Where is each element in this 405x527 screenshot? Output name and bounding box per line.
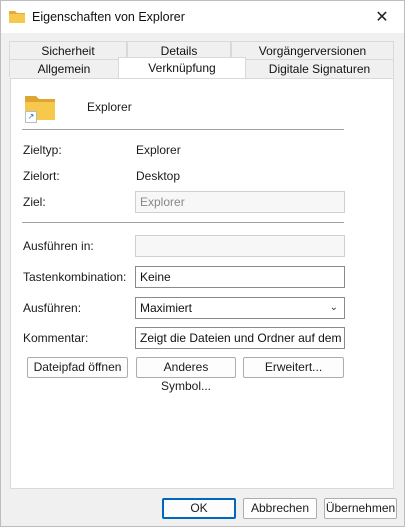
tab-vorgaengerversionen[interactable]: Vorgängerversionen <box>231 41 394 59</box>
tab-label: Verknüpfung <box>148 61 216 75</box>
tab-label: Vorgängerversionen <box>258 44 367 58</box>
shortcut-name: Explorer <box>87 100 132 114</box>
abbrechen-button[interactable]: Abbrechen <box>243 498 317 519</box>
ausfuehren-dropdown[interactable]: Maximiert ⌄ <box>135 297 345 319</box>
zieltyp-value: Explorer <box>136 143 181 157</box>
kommentar-label: Kommentar: <box>23 331 89 345</box>
tab-digitale-signaturen[interactable]: Digitale Signaturen <box>245 59 394 77</box>
tab-strip: Sicherheit Details Vorgängerversionen Al… <box>1 33 404 79</box>
uebernehmen-button[interactable]: Übernehmen <box>324 498 397 519</box>
tastenkombination-field[interactable]: Keine <box>135 266 345 288</box>
tab-allgemein[interactable]: Allgemein <box>9 59 119 77</box>
separator <box>22 129 344 130</box>
close-icon: ✕ <box>375 9 389 26</box>
properties-dialog: Eigenschaften von Explorer ✕ Sicherheit … <box>0 0 405 527</box>
separator <box>22 222 344 223</box>
ausfuehren-in-label: Ausführen in: <box>23 239 94 253</box>
tab-sicherheit[interactable]: Sicherheit <box>9 41 127 59</box>
tab-verknuepfung[interactable]: Verknüpfung <box>118 57 246 78</box>
erweitert-button[interactable]: Erweitert... <box>243 357 344 378</box>
ausfuehren-in-field[interactable] <box>135 235 345 257</box>
tab-label: Allgemein <box>37 62 91 76</box>
title-bar: Eigenschaften von Explorer ✕ <box>1 1 404 33</box>
chevron-down-icon: ⌄ <box>329 302 338 313</box>
close-button[interactable]: ✕ <box>360 1 404 33</box>
ziel-field[interactable]: Explorer <box>135 191 345 213</box>
dateipfad-oeffnen-button[interactable]: Dateipfad öffnen <box>27 357 128 378</box>
tastenkombination-label: Tastenkombination: <box>23 270 127 284</box>
ziel-label: Ziel: <box>23 195 46 209</box>
tab-label: Details <box>160 44 198 58</box>
ausfuehren-selected: Maximiert <box>140 301 193 315</box>
zielort-label: Zielort: <box>23 169 60 183</box>
tab-label: Digitale Signaturen <box>268 62 371 76</box>
kommentar-field[interactable]: Zeigt die Dateien und Ordner auf dem Com… <box>135 327 345 349</box>
ausfuehren-label: Ausführen: <box>23 301 82 315</box>
ok-button[interactable]: OK <box>162 498 236 519</box>
zieltyp-label: Zieltyp: <box>23 143 62 157</box>
window-title: Eigenschaften von Explorer <box>32 10 185 24</box>
anderes-symbol-button[interactable]: Anderes Symbol... <box>136 357 236 393</box>
zielort-value: Desktop <box>136 169 181 183</box>
shortcut-arrow-icon: ↗ <box>25 111 37 123</box>
tab-label: Sicherheit <box>41 44 95 58</box>
shortcut-panel: ↗ Explorer Zieltyp: Explorer Zielort: De… <box>10 78 394 489</box>
folder-icon <box>9 11 25 23</box>
